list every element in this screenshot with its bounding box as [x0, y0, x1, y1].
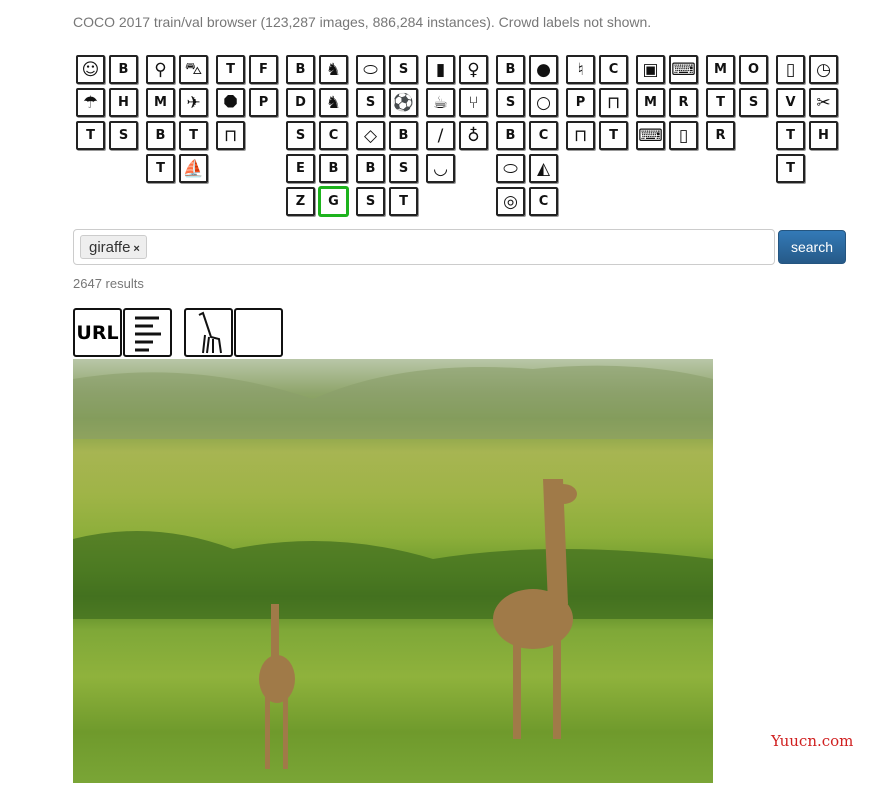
category-toilet-icon[interactable]: T: [599, 121, 628, 150]
category-scissors-icon[interactable]: ✂: [809, 88, 838, 117]
category-cow-icon[interactable]: C: [319, 121, 348, 150]
category-giraffe-icon[interactable]: G: [319, 187, 348, 216]
category-bird-icon[interactable]: B: [286, 55, 315, 84]
search-tag-label: giraffe: [89, 239, 131, 256]
category-bench-icon[interactable]: ⊓: [216, 121, 245, 150]
category-backpack-icon[interactable]: B: [109, 55, 138, 84]
url-icon: URL: [76, 321, 119, 344]
remove-tag-icon[interactable]: ×: [133, 243, 139, 255]
search-button[interactable]: search: [778, 230, 846, 264]
category-laptop-icon[interactable]: ⌨: [669, 55, 698, 84]
category-oven-icon[interactable]: O: [739, 55, 768, 84]
category-horse-icon[interactable]: ♞: [319, 88, 348, 117]
blank-toggle-button[interactable]: [234, 308, 283, 357]
category-train-icon[interactable]: T: [179, 121, 208, 150]
category-keyboard-icon[interactable]: ⌨: [636, 121, 665, 150]
category-traffic-light-icon[interactable]: T: [216, 55, 245, 84]
category-cat-icon[interactable]: ♞: [319, 55, 348, 84]
category-bear-icon[interactable]: B: [319, 154, 348, 183]
category-snowboard-icon[interactable]: S: [356, 88, 385, 117]
category-bottle-icon[interactable]: ▮: [426, 55, 455, 84]
results-count: 2647 results: [73, 276, 144, 291]
category-sandwich-icon[interactable]: S: [496, 88, 525, 117]
category-skateboard-icon[interactable]: S: [389, 154, 418, 183]
category-surfboard-icon[interactable]: S: [356, 187, 385, 216]
category-spoon-icon[interactable]: ♁: [459, 121, 488, 150]
category-tie-icon[interactable]: T: [76, 121, 105, 150]
category-dining-table-icon[interactable]: ⊓: [566, 121, 595, 150]
category-parking-meter-icon[interactable]: P: [249, 88, 278, 117]
category-carrot-icon[interactable]: C: [529, 121, 558, 150]
category-baseball-bat-icon[interactable]: B: [389, 121, 418, 150]
category-frisbee-icon[interactable]: ⬭: [356, 55, 385, 84]
url-button[interactable]: URL: [73, 308, 122, 357]
result-image[interactable]: [73, 359, 713, 783]
category-tennis-racket-icon[interactable]: T: [389, 187, 418, 216]
category-microwave-icon[interactable]: M: [706, 55, 735, 84]
watermark: Yuucn.com: [771, 732, 854, 750]
category-tv-icon[interactable]: ▣: [636, 55, 665, 84]
category-chair-icon[interactable]: ♮: [566, 55, 595, 84]
category-donut-icon[interactable]: ◎: [496, 187, 525, 216]
category-skis-icon[interactable]: S: [389, 55, 418, 84]
category-toaster-icon[interactable]: T: [706, 88, 735, 117]
category-elephant-icon[interactable]: E: [286, 154, 315, 183]
category-bus-icon[interactable]: B: [146, 121, 175, 150]
captions-button[interactable]: [123, 308, 172, 357]
category-boat-icon[interactable]: ⛵: [179, 154, 208, 183]
category-sink-icon[interactable]: S: [739, 88, 768, 117]
category-car-icon[interactable]: ⛍: [179, 55, 208, 84]
category-couch-icon[interactable]: C: [599, 55, 628, 84]
category-pizza-icon[interactable]: ◭: [529, 154, 558, 183]
category-cell-phone-icon[interactable]: ▯: [669, 121, 698, 150]
caption-lines-icon: [134, 316, 161, 351]
category-stop-sign-icon[interactable]: ⯃: [216, 88, 245, 117]
category-zebra-icon[interactable]: Z: [286, 187, 315, 216]
category-hot-dog-icon[interactable]: ⬭: [496, 154, 525, 183]
category-toothbrush-icon[interactable]: T: [776, 154, 805, 183]
category-refrigerator-icon[interactable]: R: [706, 121, 735, 150]
category-dog-icon[interactable]: D: [286, 88, 315, 117]
category-hair-drier-icon[interactable]: H: [809, 121, 838, 150]
category-cup-icon[interactable]: ☕: [426, 88, 455, 117]
category-baseball-glove-icon[interactable]: B: [356, 154, 385, 183]
category-wine-glass-icon[interactable]: ♀: [459, 55, 488, 84]
category-airplane-icon[interactable]: ✈: [179, 88, 208, 117]
category-motorcycle-icon[interactable]: M: [146, 88, 175, 117]
category-mouse-icon[interactable]: M: [636, 88, 665, 117]
category-banana-icon[interactable]: B: [496, 55, 525, 84]
category-handbag-icon[interactable]: H: [109, 88, 138, 117]
category-remote-icon[interactable]: R: [669, 88, 698, 117]
giraffe-photo-illustration: [73, 365, 713, 769]
category-kite-icon[interactable]: ◇: [356, 121, 385, 150]
category-fork-icon[interactable]: ⑂: [459, 88, 488, 117]
category-sheep-icon[interactable]: S: [286, 121, 315, 150]
category-potted-plant-icon[interactable]: P: [566, 88, 595, 117]
category-umbrella-icon[interactable]: ☂: [76, 88, 105, 117]
category-fire-hydrant-icon[interactable]: F: [249, 55, 278, 84]
category-apple-icon[interactable]: ●: [529, 55, 558, 84]
category-teddy-bear-icon[interactable]: T: [776, 121, 805, 150]
category-cake-icon[interactable]: C: [529, 187, 558, 216]
segmentation-button[interactable]: [184, 308, 233, 357]
category-bed-icon[interactable]: ⊓: [599, 88, 628, 117]
category-clock-icon[interactable]: ◷: [809, 55, 838, 84]
category-broccoli-icon[interactable]: B: [496, 121, 525, 150]
category-bicycle-icon[interactable]: ⚲: [146, 55, 175, 84]
category-sports-ball-icon[interactable]: ⚽: [389, 88, 418, 117]
search-input[interactable]: giraffe ×: [73, 229, 775, 265]
giraffe-icon: [198, 311, 222, 353]
category-vase-icon[interactable]: V: [776, 88, 805, 117]
category-suitcase-icon[interactable]: S: [109, 121, 138, 150]
category-truck-icon[interactable]: T: [146, 154, 175, 183]
category-orange-icon[interactable]: ○: [529, 88, 558, 117]
category-bowl-icon[interactable]: ◡: [426, 154, 455, 183]
category-knife-icon[interactable]: /: [426, 121, 455, 150]
category-book-icon[interactable]: ▯: [776, 55, 805, 84]
category-person-icon[interactable]: ☺: [76, 55, 105, 84]
search-tag: giraffe ×: [80, 235, 147, 259]
page-title: COCO 2017 train/val browser (123,287 ima…: [73, 14, 652, 30]
